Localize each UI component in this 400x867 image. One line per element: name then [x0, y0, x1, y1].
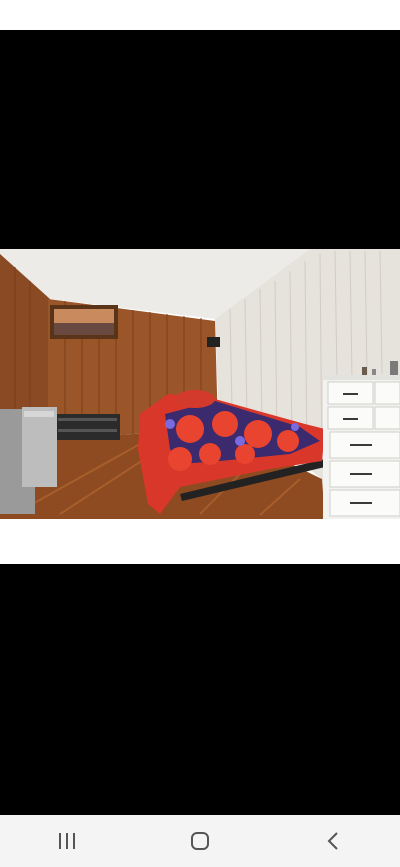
navigation-bar — [0, 815, 400, 867]
back-button[interactable] — [303, 819, 363, 863]
recent-apps-icon — [57, 832, 77, 850]
home-icon — [190, 831, 210, 851]
status-bar — [0, 0, 400, 30]
home-button[interactable] — [170, 819, 230, 863]
bedroom-photo[interactable] — [0, 249, 400, 564]
bedroom-photo-graphic — [0, 249, 400, 519]
recent-apps-button[interactable] — [37, 819, 97, 863]
back-icon — [326, 831, 340, 851]
